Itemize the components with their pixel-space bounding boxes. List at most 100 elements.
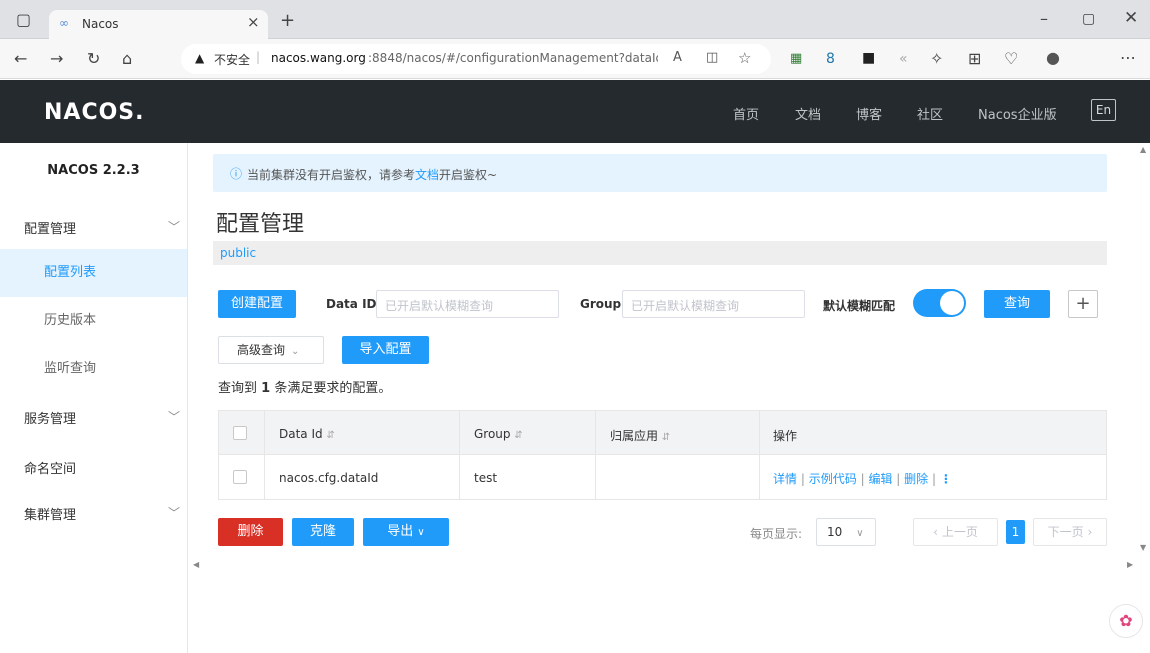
nav-docs[interactable]: 文档 [795,104,821,123]
delete-button[interactable]: 删除 [218,518,283,546]
create-config-button[interactable]: 创建配置 [218,290,296,318]
row-actions: 详情 | 示例代码 | 编辑 | 删除 | ⋮ [773,470,952,487]
edit-link[interactable]: 编辑 [868,472,892,486]
tab-close-icon[interactable]: × [247,13,260,31]
header-group-label: Group [474,427,511,441]
notice-prefix: 当前集群没有开启鉴权，请参考 [247,168,416,182]
scroll-right-arrow[interactable]: ▶ [1127,560,1133,569]
namespace-public[interactable]: public [220,246,256,260]
forward-icon[interactable]: → [50,49,63,69]
sort-icon[interactable]: ⇵ [514,430,522,441]
collections-icon[interactable]: ⊞ [968,49,981,69]
row-checkbox[interactable] [233,470,247,484]
add-button[interactable]: + [1068,290,1098,318]
column-divider [459,411,460,499]
sort-icon[interactable]: ⇵ [326,430,334,441]
delete-link[interactable]: 删除 [904,472,928,486]
header-data-id-label: Data Id [279,427,323,441]
result-count: 1 [261,381,271,396]
nav-enterprise[interactable]: Nacos企业版 [978,104,1057,123]
nav-home[interactable]: 首页 [733,104,759,123]
auth-notice: ⓘ 当前集群没有开启鉴权，请参考文档开启鉴权~ [213,154,1107,192]
sidebar-item-listener[interactable]: 监听查询 [0,345,187,393]
advanced-query-button[interactable]: 高级查询 ⌄ [218,336,324,364]
sidebar-item-history[interactable]: 历史版本 [0,297,187,345]
notice-text: 当前集群没有开启鉴权，请参考文档开启鉴权~ [247,166,497,183]
prev-page-button[interactable]: ‹ 上一页 [913,518,998,546]
result-prefix: 查询到 [218,381,262,396]
header-data-id[interactable]: Data Id ⇵ [279,427,335,441]
favorite-star-icon[interactable]: ☆ [738,49,751,67]
warning-icon: ▲ [195,51,205,65]
per-page-value: 10 [827,525,843,539]
chevron-down-icon: ⌄ [291,346,300,357]
notice-doc-link[interactable]: 文档 [415,168,439,182]
tab-title: Nacos [82,17,119,31]
header-app[interactable]: 归属应用 ⇵ [610,427,670,444]
fuzzy-match-toggle[interactable] [913,289,966,317]
scroll-left-arrow[interactable]: ◀ [193,560,199,569]
nacos-favicon-icon: ∞ [59,16,69,30]
chevron-down-icon: ﹀ [168,410,181,424]
floating-assistant-icon[interactable]: ✿ [1109,604,1143,638]
action-separator: | [800,472,805,486]
browser-tab[interactable]: ∞ Nacos × [49,10,268,39]
nav-community[interactable]: 社区 [917,104,943,123]
window-close-icon[interactable]: ✕ [1124,8,1138,28]
nav-blog[interactable]: 博客 [856,104,882,123]
nacos-logo[interactable]: NACOS. [44,100,145,125]
extension-translate-icon[interactable]: ▦ [790,49,802,69]
chevron-right-icon: › [1087,525,1093,539]
more-menu-icon[interactable]: ⋯ [1120,48,1136,68]
sidebar-item-config-list[interactable]: 配置列表 [0,249,187,297]
extensions-puzzle-icon[interactable]: ✧ [930,49,943,69]
address-bar[interactable]: ▲ 不安全 | nacos.wang.org :8848/nacos/#/con… [181,44,771,74]
url-separator: | [256,50,261,64]
action-separator: | [860,472,865,486]
health-icon[interactable]: ♡ [1004,49,1018,69]
row-group: test [474,471,498,485]
window-menu-icon[interactable]: ▢ [16,10,31,30]
back-icon[interactable]: ← [14,49,27,69]
sample-code-link[interactable]: 示例代码 [809,472,857,486]
extension-feather-icon[interactable]: « [899,49,908,69]
read-aloud-icon[interactable]: A [673,50,682,65]
more-actions-icon[interactable]: ⋮ [940,472,952,486]
scroll-up-arrow[interactable]: ▲ [1140,145,1146,154]
sidebar-group-config[interactable]: 配置管理 [24,218,76,237]
url-host: nacos.wang.org [271,51,366,65]
group-label: Group [580,297,622,311]
minimize-icon[interactable]: – [1040,9,1048,29]
language-button[interactable]: En [1091,99,1116,121]
profile-avatar-icon[interactable]: ● [1046,48,1060,68]
extension-u-icon[interactable]: ■ [862,48,875,68]
prev-page-label: 上一页 [941,525,978,539]
query-button[interactable]: 查询 [984,290,1050,318]
export-button[interactable]: 导出 ∨ [363,518,449,546]
sort-icon[interactable]: ⇵ [662,432,670,443]
detail-link[interactable]: 详情 [773,472,797,486]
import-config-button[interactable]: 导入配置 [342,336,429,364]
next-page-button[interactable]: 下一页 › [1033,518,1107,546]
extension-script-icon[interactable]: 8 [826,49,835,69]
sidebar-group-cluster[interactable]: 集群管理 [24,504,76,523]
per-page-select[interactable]: 10 ∨ [816,518,876,546]
select-all-checkbox[interactable] [233,426,247,440]
dataid-input[interactable]: 已开启默认模糊查询 [376,290,559,318]
new-tab-icon[interactable]: + [280,11,295,31]
group-input[interactable]: 已开启默认模糊查询 [622,290,805,318]
sidebar-group-namespace[interactable]: 命名空间 [24,458,76,477]
column-divider [595,411,596,499]
chevron-down-icon: ﹀ [168,220,181,234]
reload-icon[interactable]: ↻ [87,49,100,69]
maximize-icon[interactable]: ▢ [1082,9,1095,29]
action-separator: | [932,472,937,486]
scroll-down-arrow[interactable]: ▼ [1140,543,1146,552]
page-1-button[interactable]: 1 [1006,520,1025,544]
clone-button[interactable]: 克隆 [292,518,354,546]
header-group[interactable]: Group ⇵ [474,427,523,441]
column-divider [264,411,265,499]
home-icon[interactable]: ⌂ [122,49,132,69]
split-screen-icon[interactable]: ◫ [706,50,718,65]
sidebar-group-service[interactable]: 服务管理 [24,408,76,427]
